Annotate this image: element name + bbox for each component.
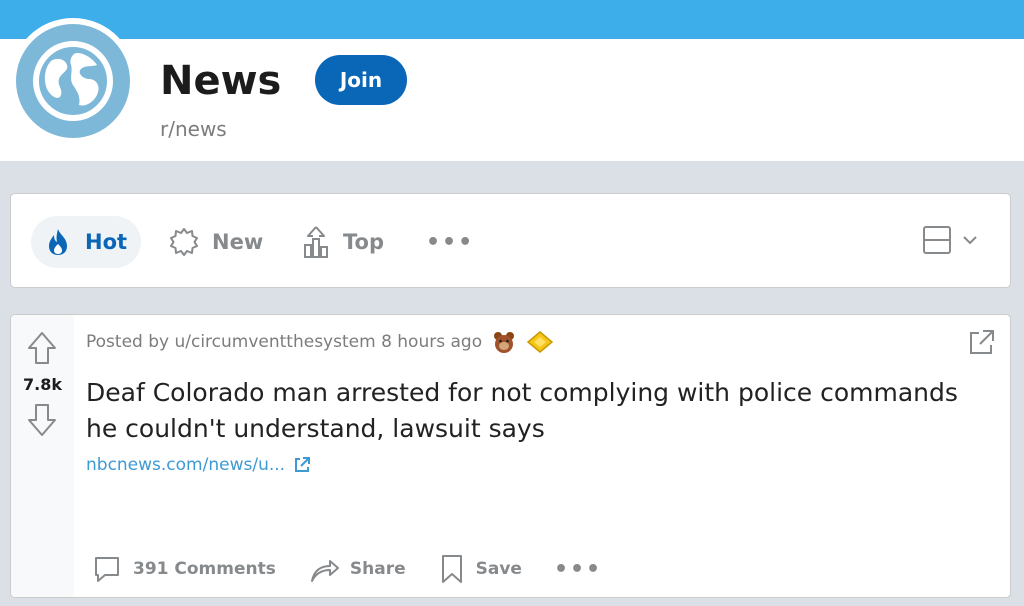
flame-icon	[49, 229, 67, 255]
post-link[interactable]: nbcnews.com/news/u...	[86, 455, 311, 475]
bookmark-icon	[441, 555, 462, 583]
comment-icon	[95, 557, 119, 582]
subreddit-title: News	[160, 58, 282, 104]
chart-up-icon	[304, 226, 328, 258]
external-link-icon	[295, 457, 311, 472]
sort-hot-label: Hot	[85, 230, 128, 254]
post-actions: 391 Comments Share Save •••	[91, 551, 634, 587]
sort-more-button[interactable]: •••	[426, 216, 474, 268]
comments-button[interactable]: 391 Comments	[91, 553, 276, 585]
sort-hot[interactable]: Hot	[31, 216, 141, 268]
award-bear-icon	[494, 332, 515, 353]
sort-top[interactable]: Top	[301, 216, 384, 268]
save-label: Save	[475, 559, 522, 579]
subreddit-name: r/news	[160, 117, 227, 141]
comments-label: 391 Comments	[133, 559, 276, 579]
vote-count: 7.8k	[23, 375, 62, 394]
post-link-text: nbcnews.com/news/u...	[86, 455, 286, 475]
share-button[interactable]: Share	[308, 553, 406, 585]
vote-column: 7.8k	[11, 315, 74, 597]
upvote-icon[interactable]	[27, 331, 57, 365]
subreddit-avatar[interactable]	[10, 18, 136, 144]
sort-top-label: Top	[343, 230, 384, 254]
subreddit-banner	[0, 0, 1024, 39]
external-expand-icon[interactable]	[965, 327, 997, 359]
sort-bar: Hot New Top •••	[10, 193, 1011, 288]
sort-new-label: New	[212, 230, 264, 254]
subreddit-header	[0, 39, 1024, 161]
view-layout-button[interactable]	[921, 224, 981, 256]
save-button[interactable]: Save	[438, 553, 522, 585]
share-label: Share	[349, 559, 406, 579]
award-gold-icon	[526, 331, 554, 353]
join-button[interactable]: Join	[315, 55, 407, 105]
post-title[interactable]: Deaf Colorado man arrested for not compl…	[86, 375, 996, 447]
downvote-icon[interactable]	[27, 403, 57, 437]
sort-new[interactable]: New	[168, 216, 263, 268]
share-icon	[310, 560, 339, 582]
burst-icon	[170, 228, 198, 256]
post-meta-text: Posted by u/circumventthesystem 8 hours …	[86, 332, 483, 352]
post-more-button[interactable]: •••	[554, 557, 602, 582]
post-meta: Posted by u/circumventthesystem 8 hours …	[86, 330, 554, 354]
chevron-down-icon	[963, 236, 977, 245]
post-card[interactable]: 7.8k Posted by u/circumventthesystem 8 h…	[10, 314, 1011, 598]
globe-icon	[33, 41, 113, 121]
card-layout-icon	[923, 226, 951, 254]
